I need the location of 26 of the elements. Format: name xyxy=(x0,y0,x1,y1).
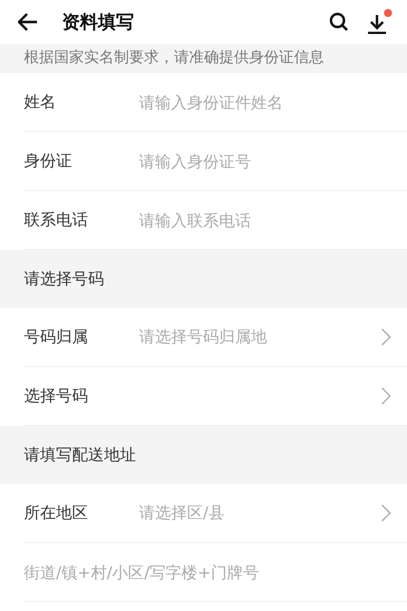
input-field[interactable]: 请输入身份证件姓名 xyxy=(139,92,391,112)
select-placeholder: 请选择区/县 xyxy=(139,502,226,524)
chevron-right-icon xyxy=(381,504,391,522)
download-button[interactable] xyxy=(365,8,393,36)
field-label: 联系电话 xyxy=(24,210,89,230)
input-field[interactable]: 请输入联系电话 xyxy=(139,210,391,230)
notice-text: 根据国家实名制要求，请准确提供身份证信息 xyxy=(24,48,324,66)
chevron-right-icon xyxy=(381,387,391,405)
select-row[interactable]: 号码归属 请选择号码归属地 xyxy=(24,308,407,367)
field-label: 号码归属 xyxy=(24,326,89,348)
section-title: 请填写配送地址 xyxy=(24,444,136,466)
field-label: 选择号码 xyxy=(24,386,89,406)
section-title: 请选择号码 xyxy=(24,268,104,290)
back-button[interactable] xyxy=(16,11,40,33)
input-field[interactable]: 请输入身份证号 xyxy=(139,152,391,170)
download-icon xyxy=(367,14,387,34)
back-arrow-icon xyxy=(18,13,38,31)
field-label: 身份证 xyxy=(24,150,73,172)
field-label: 所在地区 xyxy=(24,502,89,524)
field-label: 姓名 xyxy=(24,92,57,112)
select-placeholder: 请选择号码归属地 xyxy=(139,326,268,348)
chevron-right-icon xyxy=(381,328,391,346)
search-icon xyxy=(329,12,349,32)
address-field[interactable]: 街道/镇+村/小区/写字楼+门牌号 xyxy=(24,562,391,582)
select-row[interactable]: 所在地区 请选择区/县 xyxy=(24,484,407,543)
page-title: 资料填写 xyxy=(62,11,134,34)
